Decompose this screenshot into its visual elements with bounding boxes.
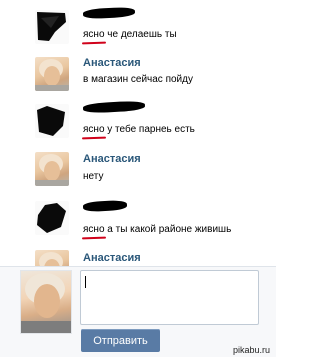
avatar[interactable] xyxy=(35,201,69,235)
message-text: нету xyxy=(83,171,103,183)
user-photo-icon xyxy=(35,154,69,186)
user-photo-icon xyxy=(39,252,63,266)
message-input[interactable] xyxy=(80,270,259,325)
send-button[interactable]: Отправить xyxy=(81,329,160,352)
message-text-rest: у тебе парнеь есть xyxy=(104,124,195,135)
text-cursor xyxy=(85,276,86,288)
message-text: в магазин сейчас пойду xyxy=(83,74,193,86)
message-history[interactable]: ясно че делаешь ты Анастасия в магазин с… xyxy=(0,0,276,266)
underlined-word: ясно xyxy=(83,224,105,235)
user-photo-icon xyxy=(35,59,69,91)
message-text-rest: че делаешь ты xyxy=(104,29,177,40)
author-name-redacted xyxy=(82,100,146,114)
my-avatar[interactable] xyxy=(20,270,72,334)
scribbled-avatar-icon xyxy=(37,106,65,136)
avatar[interactable] xyxy=(35,152,69,186)
avatar[interactable] xyxy=(35,104,69,138)
watermark: pikabu.ru xyxy=(232,345,270,355)
user-photo-icon xyxy=(21,273,71,333)
message-text-rest: магазин сейчас пойду xyxy=(88,74,193,85)
avatar[interactable] xyxy=(35,10,69,44)
avatar[interactable] xyxy=(35,57,69,91)
scribbled-avatar-icon xyxy=(37,203,66,233)
message-text: ясно а ты какой районе живишь xyxy=(83,224,231,236)
underlined-word: ясно xyxy=(83,29,105,40)
author-name-redacted xyxy=(82,199,128,213)
author-name[interactable]: Анастасия xyxy=(83,57,141,70)
message-composer: Отправить xyxy=(0,267,276,357)
message-text: ясно у тебе парнеь есть xyxy=(83,124,195,136)
message-text: ясно че делаешь ты xyxy=(83,29,177,41)
author-name[interactable]: Анастасия xyxy=(83,153,141,166)
avatar[interactable] xyxy=(35,250,69,266)
author-name-redacted xyxy=(82,6,136,20)
message-text-start: нету xyxy=(83,171,104,182)
scribbled-avatar-icon xyxy=(37,12,66,41)
underlined-word: ясно xyxy=(83,124,105,135)
message-text-rest: а ты какой районе живишь xyxy=(104,224,232,235)
author-name[interactable]: Анастасия xyxy=(83,252,141,265)
